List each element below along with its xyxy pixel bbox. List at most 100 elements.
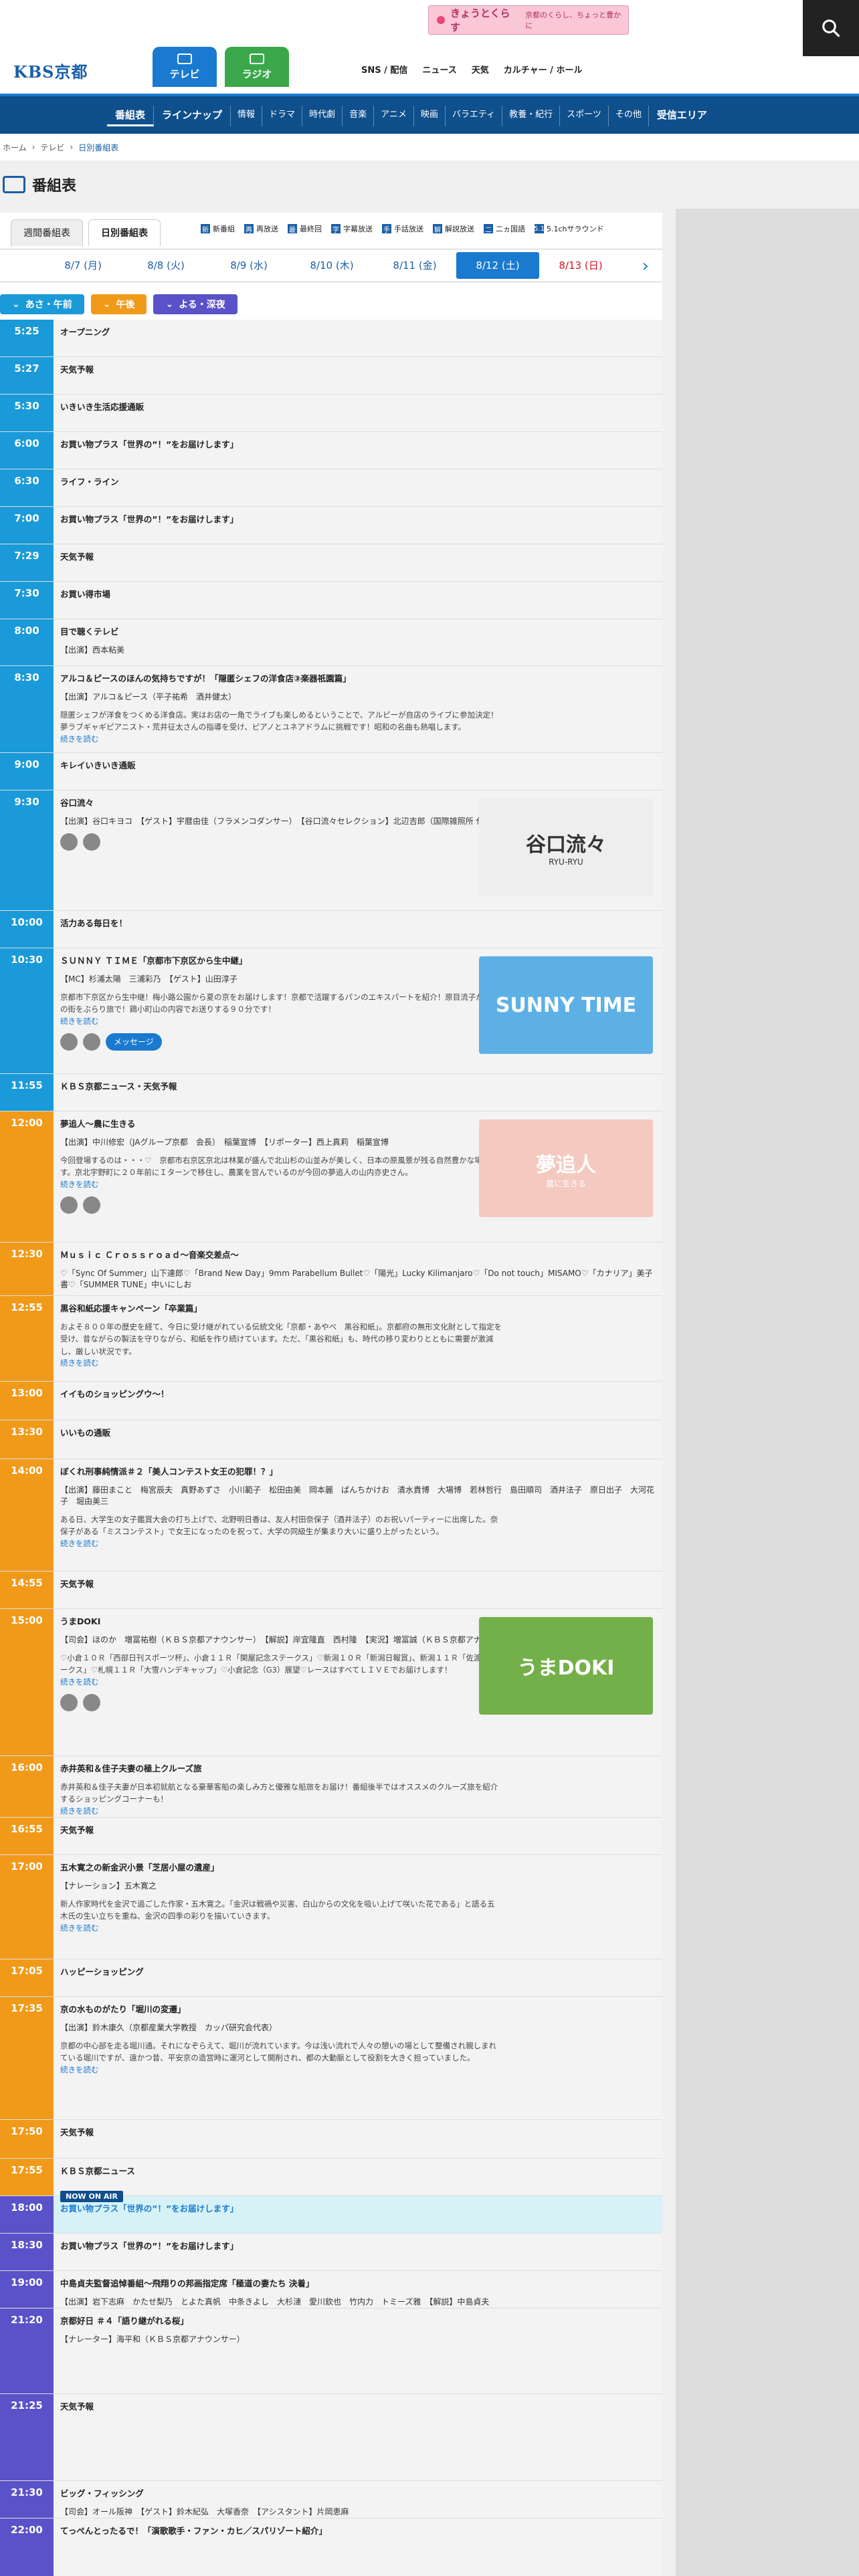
youtube-icon[interactable] <box>83 1693 100 1711</box>
read-more-link[interactable]: 続きを読む <box>60 734 656 744</box>
program-row[interactable]: 16:55 天気予報 <box>0 1818 662 1855</box>
program-thumbnail[interactable]: うまDOKI <box>479 1617 653 1715</box>
program-row[interactable]: 6:30 ライフ・ライン <box>0 469 662 507</box>
link-culture[interactable]: カルチャー / ホール <box>504 63 583 76</box>
program-thumbnail[interactable]: SUNNY TIME <box>479 956 653 1054</box>
date-tab[interactable]: 8/8 (火) <box>124 252 207 279</box>
program-row[interactable]: 19:00 中島貞夫監督追悼番組～飛翔りの邦画指定席「極道の妻たち 決着」 【出演】… <box>0 2271 662 2349</box>
program-row[interactable]: 5:30 いきいき生活応援通販 <box>0 395 662 432</box>
program-title[interactable]: 活力ある毎日を！ <box>60 916 656 929</box>
date-tab[interactable]: 8/13 (日) <box>539 252 622 279</box>
program-title[interactable]: 京の水ものがたり「堀川の変遷」 <box>60 2002 656 2015</box>
program-row[interactable]: 7:00 お買い物プラス「世界の”！”をお届けします」 <box>0 507 662 544</box>
share-icon[interactable] <box>60 1196 78 1214</box>
program-thumbnail[interactable]: 夢追人 農に生きる <box>479 1119 653 1217</box>
ad-banner[interactable]: きょうとくらす 京都のくらし、ちょっと豊かに <box>428 5 629 35</box>
nav-item[interactable]: 番組表 <box>107 106 155 126</box>
date-tab[interactable]: 8/12 (土) <box>456 252 539 279</box>
program-title[interactable]: 天気予報 <box>60 2125 656 2138</box>
share-icon[interactable] <box>60 1033 78 1051</box>
program-row[interactable]: 5:25 オープニング <box>0 320 662 357</box>
search-button[interactable] <box>803 0 859 56</box>
program-title[interactable]: お買い物プラス「世界の”！”をお届けします」 <box>60 2202 656 2214</box>
nav-item[interactable]: 受信エリア <box>649 106 715 126</box>
program-row[interactable]: 14:55 天気予報 <box>0 1572 662 1609</box>
next-week-arrow-icon[interactable]: › <box>642 256 649 276</box>
program-row[interactable]: 17:05 ハッピーショッピング <box>0 1959 662 1997</box>
program-title[interactable]: イイものショッピングウ～！ <box>60 1387 656 1400</box>
program-row[interactable]: 5:27 天気予報 <box>0 357 662 395</box>
program-thumbnail[interactable]: 谷口流々 RYU-RYU <box>479 798 653 896</box>
program-row[interactable]: 10:00 活力ある毎日を！ <box>0 911 662 948</box>
program-row[interactable]: 11:55 ＫＢＳ京都ニュース・天気予報 <box>0 1074 662 1111</box>
nav-item[interactable]: バラエティ <box>446 106 503 126</box>
nav-item[interactable]: スポーツ <box>560 106 609 126</box>
program-row[interactable]: 6:00 お買い物プラス「世界の”！”をお届けします」 <box>0 432 662 469</box>
program-row[interactable]: 7:30 お買い得市場 <box>0 582 662 619</box>
breadcrumb-tv[interactable]: テレビ <box>40 142 64 153</box>
share-icon[interactable] <box>60 833 78 851</box>
nav-item[interactable]: アニメ <box>374 106 414 126</box>
program-row[interactable]: 15:00 うまDOKI 【司会】ほのか 増冨祐樹（ＫＢＳ京都アナウンサー） 【解説… <box>0 1609 662 1756</box>
program-title[interactable]: 黒谷和紙応援キャンペーン「卒業篇」 <box>60 1301 656 1314</box>
nav-item[interactable]: ラインナップ <box>154 106 231 126</box>
program-title[interactable]: オープニング <box>60 325 656 338</box>
nav-item[interactable]: 映画 <box>414 106 446 126</box>
program-title[interactable]: お買い物プラス「世界の”！”をお届けします」 <box>60 437 656 450</box>
youtube-icon[interactable] <box>83 1033 100 1051</box>
program-row[interactable]: 12:30 Ｍｕｓｉｃ Ｃｒｏｓｓｒｏａｄ～音楽交差点～ ♡「Sync Of Sum… <box>0 1243 662 1296</box>
program-title[interactable]: アルコ＆ピースのほんの気持ちですが！「隠匿シェフの洋食店③楽器祇園篇」 <box>60 671 656 684</box>
site-logo[interactable]: KBS京都 <box>13 59 88 82</box>
nav-item[interactable]: その他 <box>609 106 649 126</box>
program-title[interactable]: 五木寛之の新金沢小景「芝居小屋の遺産」 <box>60 1860 656 1873</box>
program-row[interactable]: 8:30 アルコ＆ピースのほんの気持ちですが！「隠匿シェフの洋食店③楽器祇園篇」【… <box>0 666 662 753</box>
program-row[interactable]: 9:30 谷口流々 【出演】谷口キヨコ 【ゲスト】宇暦由佳（フラメンコダンサー） 【… <box>0 790 662 911</box>
filter-afternoon[interactable]: ⌄ 午後 <box>90 294 147 314</box>
program-row[interactable]: 21:20 京都好日 ＃４「語り継がれる桜」 【ナレーター】海平和（ＫＢＳ京都アナウ… <box>0 2309 662 2394</box>
program-row[interactable]: 7:29 天気予報 <box>0 544 662 582</box>
program-title[interactable]: 天気予報 <box>60 1823 656 1836</box>
program-row[interactable]: 21:25 天気予報 <box>0 2394 662 2481</box>
breadcrumb-home[interactable]: ホーム <box>3 142 27 153</box>
program-title[interactable]: いきいき生活応援通販 <box>60 400 656 413</box>
program-row[interactable]: 22:00 てっぺんとったるで！「演歌歌手・ファン・カヒ／スパリゾート紹介」 <box>0 2518 662 2576</box>
tab-weekly[interactable]: 週間番組表 <box>11 219 83 246</box>
read-more-link[interactable]: 続きを読む <box>60 1923 656 1933</box>
program-title[interactable]: 天気予報 <box>60 550 656 562</box>
program-row[interactable]: 14:00 ぼくれ刑事純情派＃２「美人コンテスト女王の犯罪！？」 【出演】藤田まこと… <box>0 1459 662 1572</box>
program-title[interactable]: 目で聴くテレビ <box>60 625 656 637</box>
program-title[interactable]: ＫＢＳ京都ニュース <box>60 2164 656 2177</box>
program-row[interactable]: 21:30 ビッグ・フィッシング 【司会】オール阪神 【ゲスト】鈴木紀弘 大塚香奈 … <box>0 2481 662 2559</box>
share-icon[interactable] <box>60 1693 78 1711</box>
read-more-link[interactable]: 続きを読む <box>60 1358 656 1368</box>
program-row[interactable]: 10:30 ＳＵＮＮＹ ＴＩＭＥ「京都市下京区から生中継」 【MC】杉浦太陽 三浦彩… <box>0 948 662 1074</box>
message-button[interactable]: メッセージ <box>106 1033 162 1051</box>
date-tab[interactable]: 8/9 (水) <box>207 252 290 279</box>
nav-item[interactable]: ドラマ <box>262 106 303 126</box>
program-title[interactable]: 赤井英和＆佳子夫妻の極上クルーズ旅 <box>60 1761 656 1774</box>
program-title[interactable]: ぼくれ刑事純情派＃２「美人コンテスト女王の犯罪！？」 <box>60 1465 656 1477</box>
program-row[interactable]: 13:00 イイものショッピングウ～！ <box>0 1382 662 1420</box>
program-title[interactable]: ライフ・ライン <box>60 475 656 488</box>
program-title[interactable]: 京都好日 ＃４「語り継がれる桜」 <box>60 2314 656 2327</box>
filter-morning[interactable]: ⌄ あさ・午前 <box>0 294 84 314</box>
nav-item[interactable]: 教養・紀行 <box>502 106 561 126</box>
program-row[interactable]: 16:00 赤井英和＆佳子夫妻の極上クルーズ旅 赤井英和＆佳子夫妻が日本初就航となる… <box>0 1756 662 1818</box>
program-title[interactable]: ビッグ・フィッシング <box>60 2486 656 2499</box>
read-more-link[interactable]: 続きを読む <box>60 1538 656 1549</box>
youtube-icon[interactable] <box>83 1196 100 1214</box>
program-title[interactable]: お買い得市場 <box>60 587 656 600</box>
program-row[interactable]: 18:30 お買い物プラス「世界の”！”をお届けします」 <box>0 2234 662 2271</box>
youtube-icon[interactable] <box>83 833 100 851</box>
tab-tv[interactable]: テレビ <box>153 47 217 87</box>
link-news[interactable]: ニュース <box>422 63 456 76</box>
nav-item[interactable]: 情報 <box>231 106 263 126</box>
program-title[interactable]: Ｍｕｓｉｃ Ｃｒｏｓｓｒｏａｄ～音楽交差点～ <box>60 1248 656 1261</box>
date-tab[interactable]: 8/11 (金) <box>373 252 456 279</box>
program-row[interactable]: 17:35 京の水ものがたり「堀川の変遷」 【出演】鈴木康久（京都産業大学教授 カッ… <box>0 1997 662 2120</box>
program-row[interactable]: 12:00 夢追人～農に生きる 【出演】中川修宏（JAグループ京都 会長） 稲葉宣博… <box>0 1111 662 1243</box>
program-title[interactable]: 天気予報 <box>60 362 656 375</box>
link-sns[interactable]: SNS / 配信 <box>361 63 407 76</box>
program-title[interactable]: ハッピーショッピング <box>60 1965 656 1977</box>
program-title[interactable]: てっぺんとったるで！「演歌歌手・ファン・カヒ／スパリゾート紹介」 <box>60 2524 656 2537</box>
